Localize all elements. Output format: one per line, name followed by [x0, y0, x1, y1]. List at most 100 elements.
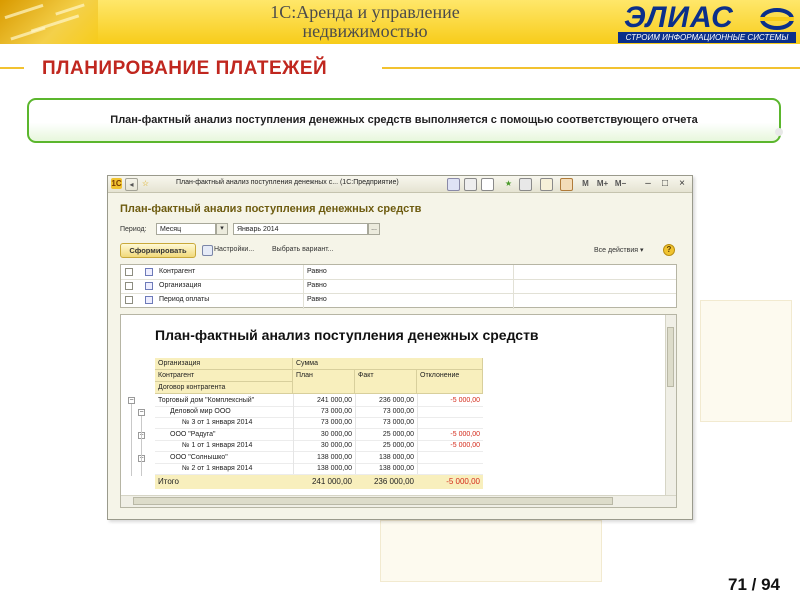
calendar-icon[interactable]	[540, 178, 553, 191]
row-fact: 73 000,00	[382, 419, 414, 426]
total-deviation: -5 000,00	[417, 475, 483, 489]
header-deviation: Отклонение	[417, 370, 483, 394]
vertical-scroll-thumb[interactable]	[667, 327, 674, 387]
select-variant-button[interactable]: Выбрать вариант...	[272, 246, 334, 253]
period-select-button[interactable]: ...	[368, 223, 380, 235]
row-name: ООО "Радуга"	[170, 431, 216, 438]
all-actions-menu[interactable]: Все действия ▾	[594, 246, 643, 254]
row-deviation: -5 000,00	[450, 442, 480, 449]
row-separator	[155, 463, 483, 464]
heading-line-right	[382, 67, 800, 69]
period-type-dropdown-icon[interactable]: ▾	[216, 223, 228, 235]
filter-field-icon	[145, 282, 153, 290]
row-separator	[155, 428, 483, 429]
row-name: № 2 от 1 января 2014	[182, 465, 253, 472]
row-plan: 30 000,00	[320, 431, 352, 438]
app-1c-icon[interactable]: 1C	[111, 178, 122, 189]
header-contract: Договор контрагента	[155, 382, 293, 394]
header-organization: Организация	[155, 358, 293, 370]
favorites-icon[interactable]: ★	[503, 178, 514, 189]
report-heading: План-фактный анализ поступления денежных…	[155, 327, 539, 343]
section-title: ПЛАНИРОВАНИЕ ПЛАТЕЖЕЙ	[42, 58, 328, 79]
filter-checkbox[interactable]	[125, 268, 133, 276]
column-divider	[417, 394, 418, 474]
horizontal-scroll-thumb[interactable]	[133, 497, 613, 505]
row-separator	[155, 440, 483, 441]
favorites-star-icon[interactable]: ☆	[140, 178, 151, 189]
decor-dot	[775, 128, 783, 136]
period-label: Период:	[120, 226, 147, 233]
elias-logo: ЭЛИАС СТРОИМ ИНФОРМАЦИОННЫЕ СИСТЕМЫ	[610, 1, 796, 43]
total-plan: 241 000,00	[293, 475, 355, 489]
save-icon[interactable]	[447, 178, 460, 191]
row-fact: 25 000,00	[382, 431, 414, 438]
filter-table: Контрагент Равно Организация Равно Перио…	[120, 264, 677, 309]
filter-condition[interactable]: Равно	[307, 282, 327, 289]
filter-checkbox[interactable]	[125, 296, 133, 304]
tree-line	[141, 416, 142, 476]
row-plan: 138 000,00	[316, 454, 352, 461]
row-plan: 138 000,00	[316, 465, 352, 472]
period-type-field[interactable]: Месяц	[156, 223, 216, 235]
row-name: № 1 от 1 января 2014	[182, 442, 253, 449]
row-fact: 73 000,00	[382, 408, 414, 415]
filter-field-name: Организация	[159, 282, 202, 289]
filter-field-icon	[145, 268, 153, 276]
window-titlebar: 1C ◂ ☆ План-фактный анализ поступления д…	[108, 176, 692, 193]
tree-collapse-toggle[interactable]: −	[138, 409, 145, 416]
row-separator	[155, 417, 483, 418]
back-icon[interactable]: ◂	[125, 178, 138, 191]
app-title: 1С:Аренда и управление недвижимостью	[270, 2, 460, 41]
memory-plus-button[interactable]: M+	[595, 178, 610, 189]
filter-field-name: Контрагент	[159, 268, 196, 275]
row-name: Торговый дом "Комплексный"	[158, 397, 255, 404]
background-decoration	[700, 300, 792, 422]
row-deviation: -5 000,00	[450, 431, 480, 438]
memory-minus-button[interactable]: M−	[613, 178, 628, 189]
print-icon[interactable]	[464, 178, 477, 191]
row-separator	[155, 406, 483, 407]
calculator-icon[interactable]	[519, 178, 532, 191]
filter-row[interactable]: Организация Равно	[121, 279, 676, 294]
report-spreadsheet: План-фактный анализ поступления денежных…	[120, 314, 677, 508]
window-title: План-фактный анализ поступления денежных…	[176, 179, 399, 186]
minimize-button[interactable]: –	[641, 177, 655, 190]
filter-condition[interactable]: Равно	[307, 268, 327, 275]
row-plan: 30 000,00	[320, 442, 352, 449]
filter-row[interactable]: Контрагент Равно	[121, 265, 676, 280]
filter-checkbox[interactable]	[125, 282, 133, 290]
row-plan: 241 000,00	[316, 397, 352, 404]
row-deviation: -5 000,00	[450, 397, 480, 404]
app-window: 1C ◂ ☆ План-фактный анализ поступления д…	[107, 175, 693, 520]
close-button[interactable]: ×	[675, 177, 689, 190]
logo-word: ЭЛИАС	[624, 1, 734, 34]
settings-button[interactable]: Настройки...	[214, 246, 254, 253]
preview-icon[interactable]	[481, 178, 494, 191]
row-name: № 3 от 1 января 2014	[182, 419, 253, 426]
memory-m-button[interactable]: M	[580, 178, 591, 189]
report-form-title: План-фактный анализ поступления денежных…	[120, 203, 422, 215]
filter-field-name: Период оплаты	[159, 296, 210, 303]
description-box: План-фактный анализ поступления денежных…	[27, 98, 781, 143]
filter-field-icon	[145, 296, 153, 304]
filter-condition[interactable]: Равно	[307, 296, 327, 303]
row-fact: 138 000,00	[378, 465, 414, 472]
maximize-button[interactable]: □	[658, 177, 672, 190]
generate-button[interactable]: Сформировать	[120, 243, 196, 258]
header-plan: План	[293, 370, 355, 394]
total-fact: 236 000,00	[355, 475, 417, 489]
column-divider	[293, 394, 294, 474]
tree-collapse-toggle[interactable]: −	[128, 397, 135, 404]
row-name: ООО "Солнышко"	[170, 454, 228, 461]
filter-row[interactable]: Период оплаты Равно	[121, 293, 676, 307]
clipboard-icon[interactable]	[560, 178, 573, 191]
help-icon[interactable]: ?	[663, 244, 675, 256]
background-decoration	[380, 520, 602, 582]
heading-line-left	[0, 67, 24, 69]
period-value-field[interactable]: Январь 2014	[233, 223, 368, 235]
row-fact: 25 000,00	[382, 442, 414, 449]
row-plan: 73 000,00	[320, 408, 352, 415]
settings-icon[interactable]	[202, 245, 213, 256]
row-name: Деловой мир ООО	[170, 408, 231, 415]
total-label: Итого	[155, 475, 293, 489]
